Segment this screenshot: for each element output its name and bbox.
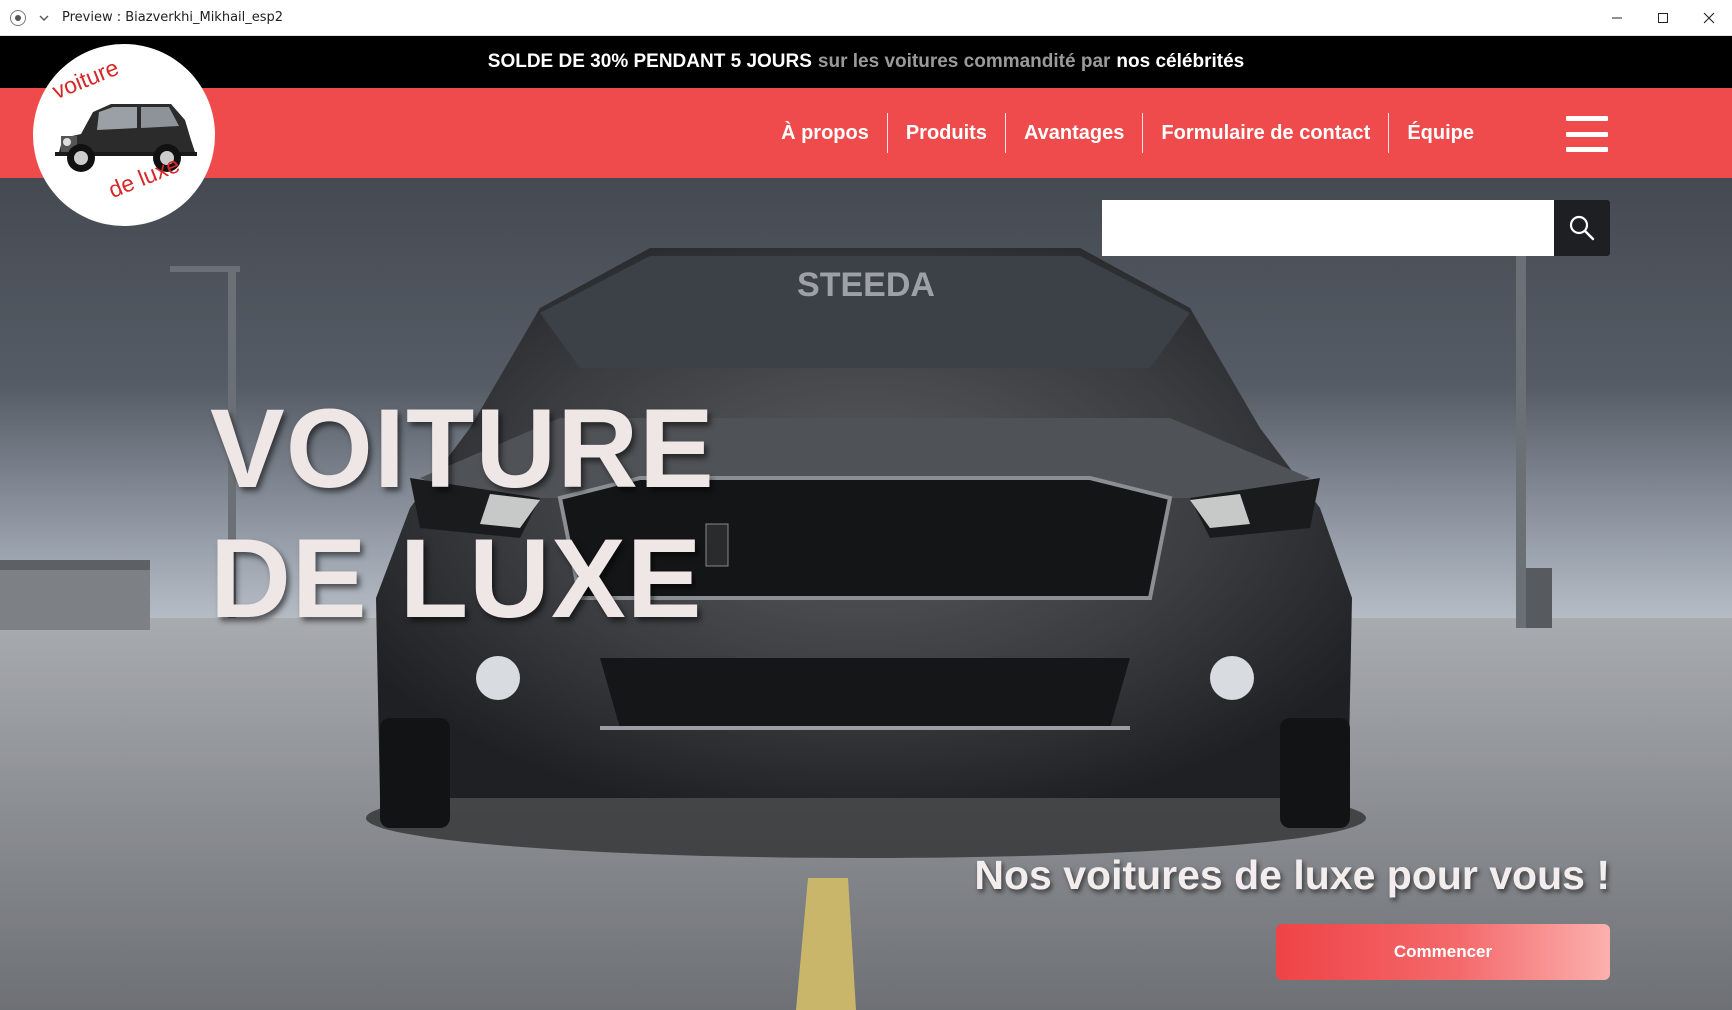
app-icon xyxy=(10,9,26,26)
nav-links: À propos Produits Avantages Formulaire d… xyxy=(763,88,1492,178)
minimize-button[interactable] xyxy=(1594,0,1640,36)
window-titlebar: Preview : Biazverkhi_Mikhail_esp2 xyxy=(0,0,1732,36)
windshield-text: STEEDA xyxy=(797,266,935,304)
maximize-icon xyxy=(1658,13,1668,23)
search-button[interactable] xyxy=(1554,200,1610,256)
nav-item-equipe[interactable]: Équipe xyxy=(1389,113,1492,153)
promo-highlight: SOLDE DE 30% PENDANT 5 JOURS xyxy=(487,51,812,72)
site-logo[interactable]: voiture de luxe xyxy=(33,44,215,226)
close-icon xyxy=(1703,12,1715,24)
window-title: Preview : Biazverkhi_Mikhail_esp2 xyxy=(62,10,284,25)
hero-tagline: Nos voitures de luxe pour vous ! xyxy=(974,852,1610,898)
hamburger-menu-icon[interactable] xyxy=(1566,116,1608,152)
nav-item-avantages[interactable]: Avantages xyxy=(1006,113,1142,153)
search-bar xyxy=(1102,200,1610,256)
hero-title-line1: VOITURE xyxy=(210,386,715,511)
hero-title-line2: DE LUXE xyxy=(210,516,703,641)
commencer-button[interactable]: Commencer xyxy=(1276,924,1610,980)
minimize-icon xyxy=(1612,17,1622,19)
nav-item-a-propos[interactable]: À propos xyxy=(763,113,887,153)
search-input[interactable] xyxy=(1102,200,1555,256)
promo-text: sur les voitures commandité par xyxy=(817,51,1111,72)
nav-item-formulaire-contact[interactable]: Formulaire de contact xyxy=(1143,113,1388,153)
page: SOLDE DE 30% PENDANT 5 JOURS sur les voi… xyxy=(0,36,1732,1010)
search-icon xyxy=(1570,215,1595,241)
hero-title: VOITURE DE LUXE xyxy=(210,384,715,644)
chevron-down-icon[interactable] xyxy=(38,12,50,24)
navbar: À propos Produits Avantages Formulaire d… xyxy=(0,88,1732,178)
close-window-button[interactable] xyxy=(1686,0,1732,36)
maximize-button[interactable] xyxy=(1640,0,1686,36)
nav-item-produits[interactable]: Produits xyxy=(888,113,1005,153)
promo-banner: SOLDE DE 30% PENDANT 5 JOURS sur les voi… xyxy=(0,36,1732,88)
promo-celebrities: nos célébrités xyxy=(1116,51,1245,72)
